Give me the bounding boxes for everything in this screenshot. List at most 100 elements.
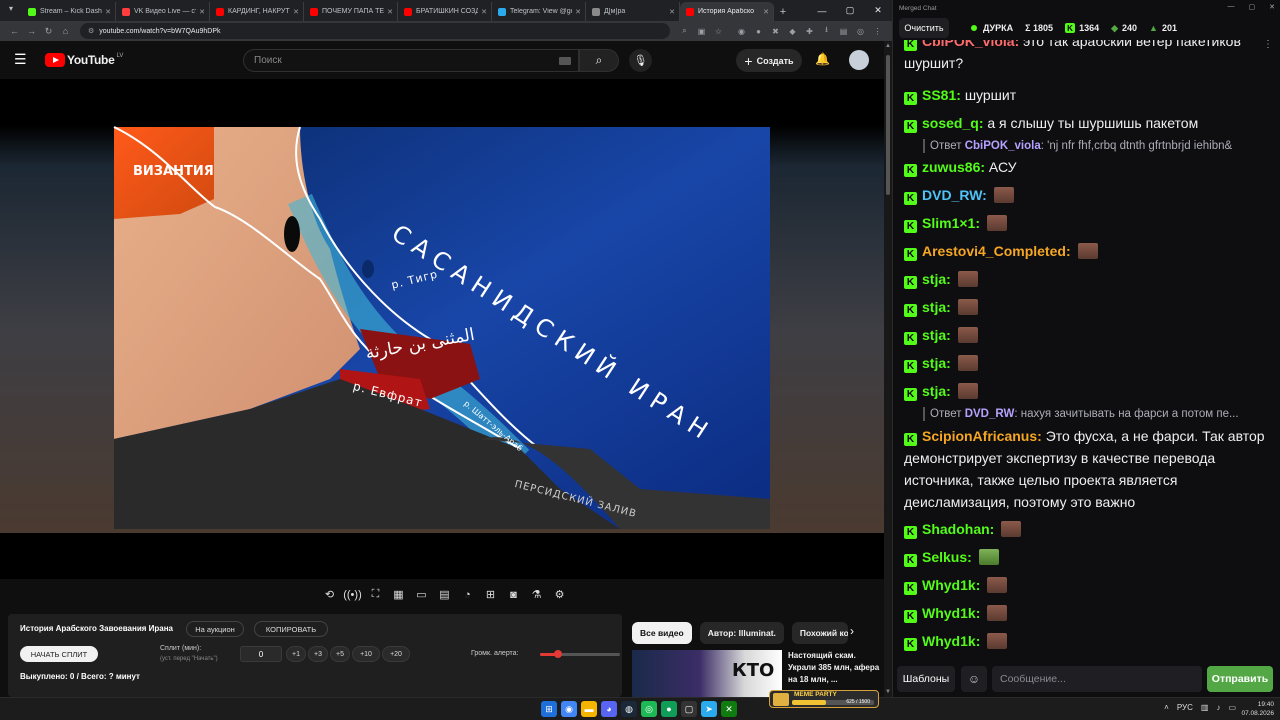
- browser-tab[interactable]: VK Видео Live — стри✕: [116, 2, 210, 21]
- chat-reply-preview[interactable]: Ответ DVD_RW: нахуя зачитывать на фарси …: [923, 407, 1263, 421]
- steam-icon[interactable]: ◍: [621, 701, 637, 717]
- extension-icon[interactable]: ●: [750, 23, 767, 40]
- chrome-icon[interactable]: ◉: [561, 701, 577, 717]
- keyboard-icon[interactable]: [559, 57, 571, 65]
- chat-message[interactable]: K Whyd1k:: [904, 574, 1268, 596]
- increment-button[interactable]: +5: [330, 646, 350, 662]
- screenshot-icon[interactable]: ◙: [504, 585, 523, 604]
- telegram-icon[interactable]: ➤: [701, 701, 717, 717]
- scroll-down-icon[interactable]: ▼: [885, 689, 891, 695]
- tab-close-icon[interactable]: ✕: [199, 8, 205, 16]
- avatar[interactable]: [849, 50, 869, 70]
- chat-message[interactable]: Kzuwus86: АСУ: [904, 156, 1268, 178]
- bookmark-star-icon[interactable]: ☆: [710, 23, 727, 40]
- url-field[interactable]: ⚙ youtube.com/watch?v=bW7QAu9hDPk: [80, 23, 670, 39]
- increment-button[interactable]: +3: [308, 646, 328, 662]
- maximize-icon[interactable]: ▢: [836, 0, 864, 21]
- tab-close-icon[interactable]: ✕: [669, 8, 675, 16]
- language-indicator[interactable]: РУС: [1177, 703, 1193, 712]
- app-icon[interactable]: ▢: [681, 701, 697, 717]
- back-icon[interactable]: ←: [6, 23, 23, 40]
- chat-message[interactable]: K ScipionAfricanus: Это фусха, а не фарси…: [904, 425, 1268, 513]
- recommended-video-title[interactable]: Настоящий скам. Украли 385 млн, афера на…: [788, 650, 880, 686]
- auction-button[interactable]: На аукцион: [186, 621, 244, 637]
- increment-button[interactable]: +1: [286, 646, 306, 662]
- send-button[interactable]: Отправить: [1207, 666, 1273, 692]
- message-input[interactable]: [992, 666, 1202, 692]
- chat-message[interactable]: K Selkus:: [904, 546, 1268, 568]
- windows-start-icon[interactable]: ⊞: [541, 701, 557, 717]
- clock[interactable]: 19:40 07.08.2026: [1241, 700, 1274, 718]
- search-input[interactable]: Поиск: [243, 49, 579, 72]
- chip-similar[interactable]: Похожий ко: [791, 622, 848, 644]
- subtitle-icon[interactable]: ▤: [435, 585, 454, 604]
- chat-username[interactable]: stja: [922, 299, 946, 315]
- screen-record-icon[interactable]: ⛶: [366, 585, 385, 604]
- youtube-logo[interactable]: YouTube LV: [45, 53, 123, 67]
- split-minutes-input[interactable]: 0: [240, 646, 282, 662]
- speed-icon[interactable]: ◔: [458, 585, 477, 604]
- tab-search-icon[interactable]: ▾: [4, 4, 18, 18]
- obs-icon[interactable]: ●: [661, 701, 677, 717]
- pip-icon[interactable]: ▭: [412, 585, 431, 604]
- chat-username[interactable]: Slim1×1: [922, 215, 975, 231]
- chat-message[interactable]: Kstja:: [904, 380, 1268, 402]
- forward-icon[interactable]: →: [23, 23, 40, 40]
- tab-close-icon[interactable]: ✕: [293, 8, 299, 16]
- chat-username[interactable]: ScipionAfricanus: [922, 428, 1037, 444]
- chat-message[interactable]: Kstja:: [904, 296, 1268, 318]
- copy-button[interactable]: КОПИРОВАТЬ: [254, 621, 328, 637]
- flask-icon[interactable]: ⚗: [527, 585, 546, 604]
- extension-icon[interactable]: ✖: [767, 23, 784, 40]
- chat-message[interactable]: Kstja:: [904, 352, 1268, 374]
- tab-close-icon[interactable]: ✕: [575, 8, 581, 16]
- chat-message[interactable]: K CbiPOK_viola: это так арабский ветер па…: [904, 40, 1268, 74]
- voice-search-button[interactable]: 🎙: [629, 49, 652, 72]
- search-button[interactable]: ⌕: [579, 49, 619, 72]
- add-icon[interactable]: ⊞: [481, 585, 500, 604]
- folder-icon[interactable]: ▬: [581, 701, 597, 717]
- chat-username[interactable]: Shadohan: [922, 521, 990, 537]
- tab-close-icon[interactable]: ✕: [481, 8, 487, 16]
- discord-icon[interactable]: ◕: [601, 701, 617, 717]
- browser-tab[interactable]: Stream – Kick Dashbo✕: [22, 2, 116, 21]
- chip-all-videos[interactable]: Все видео: [632, 622, 692, 644]
- chat-messages[interactable]: K CbiPOK_viola: это так арабский ветер па…: [893, 40, 1280, 657]
- chat-message[interactable]: K Whyd1k:: [904, 602, 1268, 624]
- sidebar-icon[interactable]: ▤: [835, 23, 852, 40]
- chat-username[interactable]: SS81: [922, 87, 956, 103]
- chat-username[interactable]: stja: [922, 383, 946, 399]
- extension-icon[interactable]: ◉: [733, 23, 750, 40]
- chat-message[interactable]: K Whyd1k:: [904, 630, 1268, 652]
- chat-message[interactable]: Ksosed_q: а я слышу ты шуршишь пакетом: [904, 112, 1268, 134]
- settings-gear-icon[interactable]: ⚙: [550, 585, 569, 604]
- chat-message[interactable]: Kstja:: [904, 324, 1268, 346]
- reply-username[interactable]: CbiPOK_viola: [965, 140, 1041, 152]
- reply-username[interactable]: DVD_RW: [965, 408, 1015, 420]
- chat-username[interactable]: Arestovi4_Completed: [922, 243, 1066, 259]
- extensions-puzzle-icon[interactable]: ✚: [801, 23, 818, 40]
- network-icon[interactable]: ▥: [1201, 703, 1209, 712]
- site-info-icon[interactable]: ⚙: [88, 27, 94, 35]
- battery-icon[interactable]: ▭: [1228, 703, 1236, 712]
- zoom-icon[interactable]: ⌕: [676, 23, 693, 40]
- browser-tab[interactable]: Telegram: View @goo ✕: [492, 2, 586, 21]
- chat-username[interactable]: zuwus86: [922, 159, 980, 175]
- audio-icon[interactable]: ((•)): [343, 585, 362, 604]
- browser-tab[interactable]: История Арабско ✕: [680, 2, 774, 21]
- chat-message[interactable]: K Slim1×1:: [904, 212, 1268, 234]
- download-icon[interactable]: ⭳: [818, 23, 835, 40]
- chat-username[interactable]: Whyd1k: [922, 633, 976, 649]
- chat-reply-preview[interactable]: Ответ CbiPOK_viola: 'nj nfr fhf,crbq dtn…: [923, 139, 1263, 153]
- alert-volume-knob[interactable]: [553, 650, 562, 658]
- new-tab-button[interactable]: +: [774, 2, 792, 21]
- increment-button[interactable]: +20: [382, 646, 410, 662]
- chat-username[interactable]: DVD_RW: [922, 187, 982, 203]
- close-icon[interactable]: ✕: [864, 0, 892, 21]
- chat-username[interactable]: Whyd1k: [922, 605, 976, 621]
- tab-close-icon[interactable]: ✕: [763, 8, 769, 16]
- close-icon[interactable]: ✕: [1269, 3, 1275, 11]
- minimize-icon[interactable]: —: [1228, 3, 1235, 11]
- tab-close-icon[interactable]: ✕: [105, 8, 111, 16]
- tray-chevron-icon[interactable]: ˄: [1164, 703, 1169, 712]
